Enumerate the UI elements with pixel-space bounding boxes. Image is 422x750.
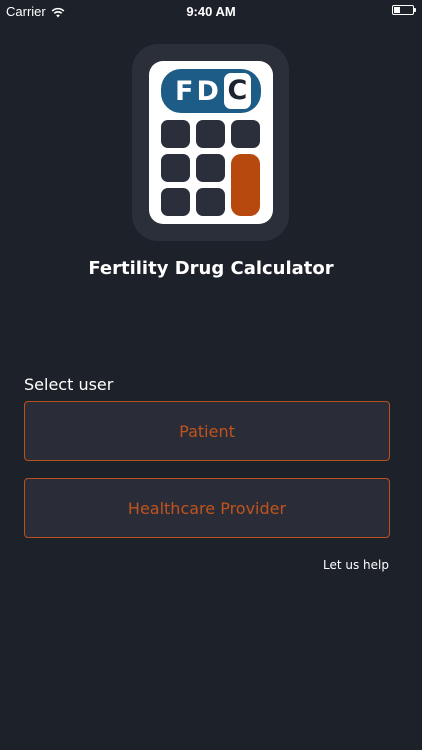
- app-logo: FD C: [132, 44, 289, 241]
- logo-last-letter: C: [223, 73, 251, 109]
- status-bar: Carrier 9:40 AM: [0, 0, 422, 22]
- app-title: Fertility Drug Calculator: [88, 258, 334, 279]
- status-time: 9:40 AM: [186, 4, 236, 19]
- calculator-key: [231, 120, 260, 148]
- calculator-key: [161, 120, 190, 148]
- calculator-equals-key: [231, 154, 260, 216]
- calculator-key: [161, 188, 190, 216]
- calculator-key: [196, 188, 225, 216]
- logo-letters: FD: [175, 75, 222, 107]
- calculator-display: FD C: [161, 69, 261, 113]
- calculator-key: [161, 154, 190, 182]
- calculator-icon: FD C: [149, 61, 273, 224]
- healthcare-provider-button[interactable]: Healthcare Provider: [24, 478, 390, 538]
- patient-button[interactable]: Patient: [24, 401, 390, 461]
- battery-level: [394, 7, 400, 13]
- battery-icon: [392, 5, 416, 15]
- calculator-key: [196, 154, 225, 182]
- select-user-label: Select user: [24, 375, 114, 394]
- help-link[interactable]: Let us help: [323, 558, 389, 572]
- calculator-key: [196, 120, 225, 148]
